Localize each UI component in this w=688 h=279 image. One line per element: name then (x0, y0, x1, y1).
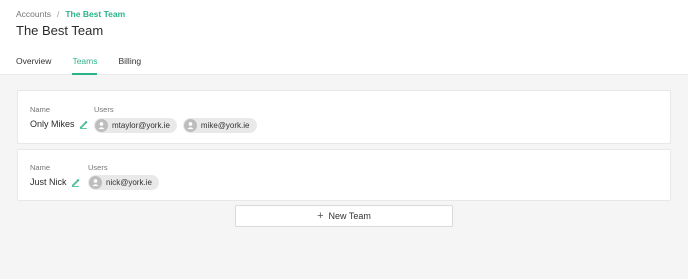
plus-icon: + (317, 210, 324, 222)
user-chips: mtaylor@york.ie mike@york.ie (94, 118, 263, 133)
tab-billing[interactable]: Billing (118, 56, 141, 75)
users-column-label: Users (94, 105, 114, 114)
avatar-icon (95, 119, 108, 132)
page-header: Accounts / The Best Team The Best Team O… (0, 0, 688, 75)
user-email: nick@york.ie (106, 178, 152, 187)
team-name: Only Mikes (30, 119, 88, 129)
user-chip[interactable]: mike@york.ie (182, 118, 257, 133)
breadcrumb-current: The Best Team (65, 9, 126, 19)
avatar-icon (183, 119, 197, 132)
tab-bar: Overview Teams Billing (16, 56, 162, 75)
breadcrumb-separator: / (56, 9, 60, 19)
team-name-text: Only Mikes (30, 119, 75, 129)
page-title: The Best Team (16, 23, 104, 38)
name-column-label: Name (30, 163, 51, 172)
team-name: Just Nick (30, 177, 80, 187)
users-column-label: Users (88, 163, 108, 172)
user-chips: nick@york.ie (88, 175, 165, 190)
name-column-label: Name (30, 105, 51, 114)
team-card: Name Users Just Nick nick@york.ie (17, 149, 671, 201)
breadcrumb-accounts-link[interactable]: Accounts (16, 9, 51, 19)
user-email: mtaylor@york.ie (112, 121, 170, 130)
tab-overview[interactable]: Overview (16, 56, 51, 75)
team-name-text: Just Nick (30, 177, 67, 187)
breadcrumb: Accounts / The Best Team (16, 9, 125, 19)
new-team-button[interactable]: + New Team (235, 205, 453, 227)
edit-pencil-icon[interactable] (79, 120, 88, 129)
edit-pencil-icon[interactable] (71, 178, 80, 187)
user-email: mike@york.ie (200, 121, 250, 130)
user-chip[interactable]: nick@york.ie (88, 175, 159, 190)
avatar-icon (89, 176, 102, 189)
tab-teams[interactable]: Teams (72, 56, 98, 75)
team-card: Name Users Only Mikes mtaylor@york.ie mi… (17, 90, 671, 144)
user-chip[interactable]: mtaylor@york.ie (94, 118, 177, 133)
new-team-label: New Team (328, 211, 371, 221)
